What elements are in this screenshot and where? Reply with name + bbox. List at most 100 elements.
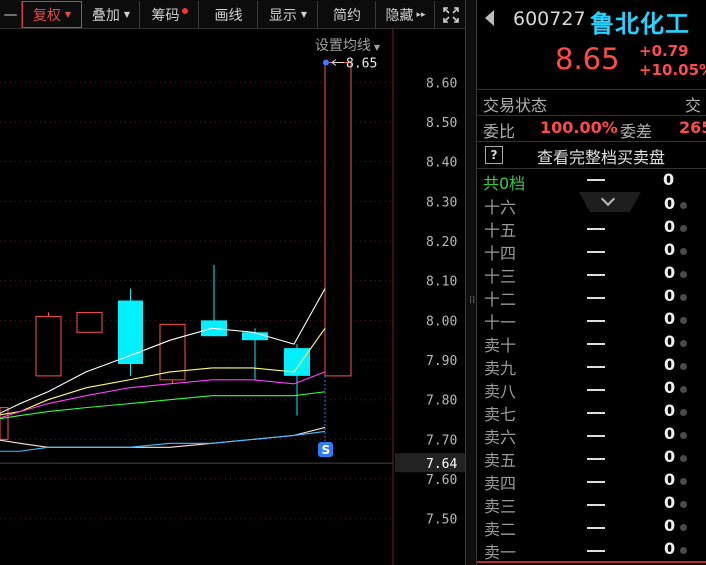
- level-label: 卖三: [484, 497, 517, 516]
- kline-chart-svg: 8.60 8.50 8.40 8.30 8.20 8.10 8.00 7.90 7.80 7.70…: [0, 29, 465, 565]
- orderbook-level-row[interactable]: 卖一 0: [477, 539, 706, 562]
- high-price-label: 8.65: [346, 56, 377, 71]
- level-dot-icon: [680, 478, 687, 485]
- splitter-grip-icon: ⁞⁞: [469, 295, 476, 306]
- level-dot-icon: [680, 501, 687, 508]
- ma-setting-button[interactable]: 设置均线 ▼: [315, 35, 380, 55]
- level-count: 0: [664, 194, 676, 213]
- stock-code: 600727: [513, 8, 586, 30]
- chart-toolbar: — 复权 ▼ 叠加 ▼ 筹码 画线 显示 ▼ 简约 隐藏 ▸▸: [0, 0, 465, 29]
- orderbook-level-row[interactable]: 卖四 0: [477, 470, 706, 493]
- candle-body: [76, 311, 103, 333]
- price-change-percent: +10.05%: [639, 61, 706, 79]
- orderbook-level-row[interactable]: 卖七 0: [477, 401, 706, 424]
- trade-status-label: 交易状态: [483, 96, 548, 115]
- order-ratio-value: 100.00%: [540, 118, 618, 137]
- level-count: 0: [664, 493, 676, 512]
- toolbar-chips-button[interactable]: 筹码: [141, 1, 199, 28]
- kline-chart[interactable]: 8.60 8.50 8.40 8.30 8.20 8.10 8.00 7.90 7.80 7.70…: [0, 29, 465, 565]
- toolbar-overlay-button[interactable]: 叠加 ▼: [83, 1, 140, 28]
- empty-price-dash: [587, 458, 605, 460]
- empty-price-dash: [587, 504, 605, 506]
- toolbar-draw-button[interactable]: 画线: [200, 1, 258, 28]
- empty-price-dash: [587, 274, 605, 276]
- orderbook-level-row[interactable]: 十一 0: [477, 309, 706, 332]
- candle-body: [324, 61, 352, 377]
- orderbook-level-row[interactable]: 卖八 0: [477, 378, 706, 401]
- price-axis-label: 7.50: [426, 513, 457, 528]
- sell-levels-list: 十六 0 十五 0 十四 0 十三 0 十二 0 十一 0 卖十 0 卖九 0 卖八 0 卖七 0 卖六 0 卖五 0 卖四 0 卖…: [477, 194, 706, 562]
- candle-body: [118, 300, 143, 364]
- total-levels-count: 0: [663, 170, 675, 189]
- help-icon[interactable]: ?: [485, 146, 503, 164]
- level-label: 卖二: [484, 520, 517, 539]
- chevron-down-icon: [600, 192, 616, 207]
- toolbar-fuquan-label: 复权: [32, 7, 61, 24]
- level-label: 卖一: [484, 543, 517, 562]
- toolbar-hide-button[interactable]: 隐藏 ▸▸: [377, 1, 435, 28]
- empty-price-dash: [587, 179, 605, 181]
- candle-body: [242, 332, 268, 341]
- orderbook-level-row[interactable]: 卖三 0: [477, 493, 706, 516]
- empty-price-dash: [587, 343, 605, 345]
- order-ratio-row: 委比 100.00% 委差 265: [477, 115, 706, 141]
- toolbar-simple-button[interactable]: 简约: [319, 1, 376, 28]
- moving-average-line: [0, 430, 326, 452]
- current-price-label: 7.64: [426, 457, 457, 472]
- toolbar-overlay-label: 叠加: [91, 7, 120, 24]
- stock-name[interactable]: 鲁北化工: [590, 4, 690, 39]
- level-dot-icon: [680, 340, 687, 347]
- signal-badge-label: S: [322, 443, 331, 457]
- back-arrow-icon[interactable]: [485, 10, 494, 26]
- toolbar-chips-label: 筹码: [151, 7, 180, 24]
- orderbook-level-row[interactable]: 卖五 0: [477, 447, 706, 470]
- toolbar-draw-label: 画线: [214, 7, 243, 24]
- orderbook-level-row[interactable]: 十三 0: [477, 263, 706, 286]
- high-point-dot: [323, 59, 329, 66]
- toolbar-prev-menu[interactable]: —: [0, 1, 22, 28]
- orderbook-level-row[interactable]: 卖十 0: [477, 332, 706, 355]
- expand-icon: [442, 6, 459, 23]
- toolbar-display-label: 显示: [268, 7, 297, 24]
- level-dot-icon: [680, 547, 687, 554]
- bottom-accent-line: [477, 561, 706, 563]
- price-axis-label: 8.20: [426, 235, 457, 250]
- level-label: 卖五: [484, 451, 517, 470]
- level-dot-icon: [680, 409, 687, 416]
- trade-status-value: 交: [685, 96, 702, 115]
- toolbar-simple-label: 简约: [333, 7, 361, 24]
- empty-price-dash: [587, 251, 605, 253]
- ma-setting-label: 设置均线: [314, 38, 371, 54]
- panel-splitter[interactable]: ⁞⁞: [465, 0, 477, 565]
- empty-price-dash: [587, 412, 605, 414]
- level-label: 十三: [484, 267, 517, 286]
- current-price: 8.65: [555, 42, 620, 76]
- level-label: 卖八: [484, 382, 517, 401]
- level-label: 卖十: [484, 336, 517, 355]
- empty-price-dash: [587, 366, 605, 368]
- orderbook-level-row[interactable]: 卖二 0: [477, 516, 706, 539]
- price-axis-label: 7.70: [426, 433, 457, 448]
- level-count: 0: [664, 539, 676, 558]
- orderbook-level-row[interactable]: 十四 0: [477, 240, 706, 263]
- total-levels-label: 共0档: [483, 174, 526, 193]
- level-label: 十五: [484, 221, 517, 240]
- level-count: 0: [664, 355, 676, 374]
- orderbook-level-row[interactable]: 卖六 0: [477, 424, 706, 447]
- full-orderbook-button[interactable]: ? 查看完整档买卖盘: [477, 141, 706, 169]
- level-dot-icon: [680, 202, 687, 209]
- dropdown-arrow-icon: ▼: [373, 43, 380, 52]
- level-label: 卖九: [484, 359, 517, 378]
- orderbook-level-row[interactable]: 卖九 0: [477, 355, 706, 378]
- level-label: 卖七: [484, 405, 517, 424]
- level-dot-icon: [680, 386, 687, 393]
- orderbook-level-row[interactable]: 十五 0: [477, 217, 706, 240]
- price-axis-label: 7.90: [426, 354, 457, 369]
- level-label: 十四: [484, 244, 517, 263]
- orderbook-level-row[interactable]: 十二 0: [477, 286, 706, 309]
- level-label: 卖六: [484, 428, 517, 447]
- toolbar-hide-label: 隐藏: [385, 7, 414, 24]
- fullscreen-button[interactable]: [436, 1, 465, 28]
- toolbar-fuquan-button[interactable]: 复权 ▼: [22, 1, 82, 28]
- toolbar-display-button[interactable]: 显示 ▼: [259, 1, 318, 28]
